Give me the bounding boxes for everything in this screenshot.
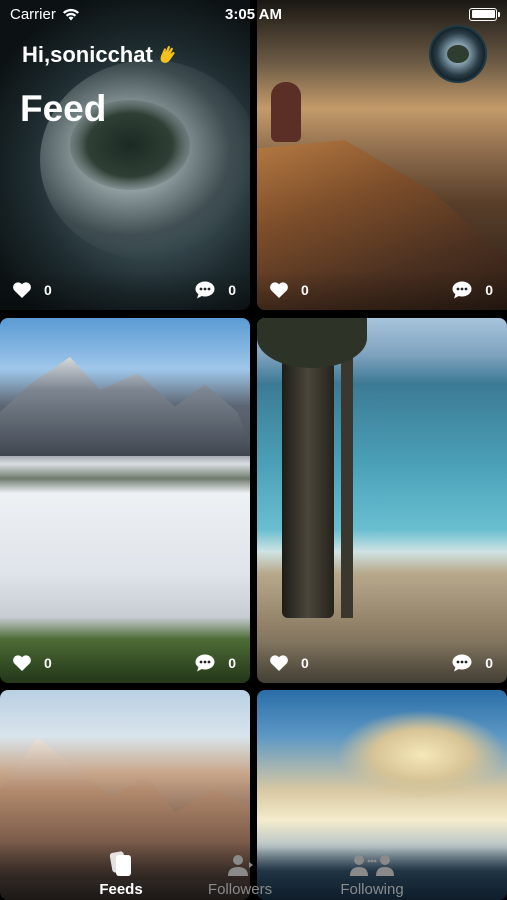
followers-icon: [228, 855, 253, 876]
tab-followers[interactable]: Followers: [185, 842, 295, 900]
avatar[interactable]: [429, 25, 487, 83]
comment-stat[interactable]: 0: [451, 280, 493, 300]
tab-followers-label: Followers: [207, 881, 273, 898]
greeting-text: Hi,sonicchat: [22, 42, 153, 67]
comment-icon: [452, 281, 472, 299]
carrier-label: Carrier: [10, 5, 56, 23]
comment-count: 0: [228, 282, 236, 298]
card-footer: 0 0: [0, 270, 250, 310]
comment-stat[interactable]: 0: [194, 280, 236, 300]
comment-icon: [195, 281, 215, 299]
tab-following-label: Following: [340, 881, 404, 898]
card-footer: 0 0: [257, 270, 507, 310]
wifi-icon: [62, 8, 79, 20]
comment-stat[interactable]: 0: [451, 653, 493, 673]
battery-icon: [469, 7, 500, 21]
comment-count: 0: [485, 655, 493, 671]
feed-card[interactable]: 0 0: [0, 318, 250, 683]
like-count: 0: [44, 655, 52, 671]
feed-grid: 0 0 0 0 0 0 0 0: [0, 0, 507, 900]
card-footer: 0 0: [0, 643, 250, 683]
card-image: [341, 318, 353, 618]
like-stat[interactable]: 0: [12, 281, 52, 299]
like-stat[interactable]: 0: [269, 654, 309, 672]
heart-icon: [13, 655, 31, 671]
like-stat[interactable]: 0: [269, 281, 309, 299]
comment-icon: [195, 654, 215, 672]
tab-following[interactable]: Following: [317, 842, 427, 900]
card-image: [0, 357, 250, 456]
like-stat[interactable]: 0: [12, 654, 52, 672]
heart-icon: [270, 282, 288, 298]
heart-icon: [13, 282, 31, 298]
feed-card[interactable]: 0 0: [257, 318, 507, 683]
tab-feeds[interactable]: Feeds: [71, 842, 171, 900]
comment-count: 0: [485, 282, 493, 298]
comment-icon: [452, 654, 472, 672]
waving-hand-icon: [160, 45, 175, 63]
tab-bar: Feeds Followers Following: [0, 842, 507, 900]
comment-stat[interactable]: 0: [194, 653, 236, 673]
feeds-icon: [109, 851, 131, 876]
like-count: 0: [301, 655, 309, 671]
card-image: [271, 82, 301, 142]
status-bar: Carrier 3:05 AM: [0, 0, 507, 28]
following-icon: [350, 855, 394, 876]
greeting: Hi,sonicchat: [22, 42, 179, 68]
heart-icon: [270, 655, 288, 671]
tab-feeds-label: Feeds: [99, 881, 143, 898]
card-footer: 0 0: [257, 643, 507, 683]
page-title: Feed: [20, 88, 107, 129]
like-count: 0: [301, 282, 309, 298]
like-count: 0: [44, 282, 52, 298]
comment-count: 0: [228, 655, 236, 671]
